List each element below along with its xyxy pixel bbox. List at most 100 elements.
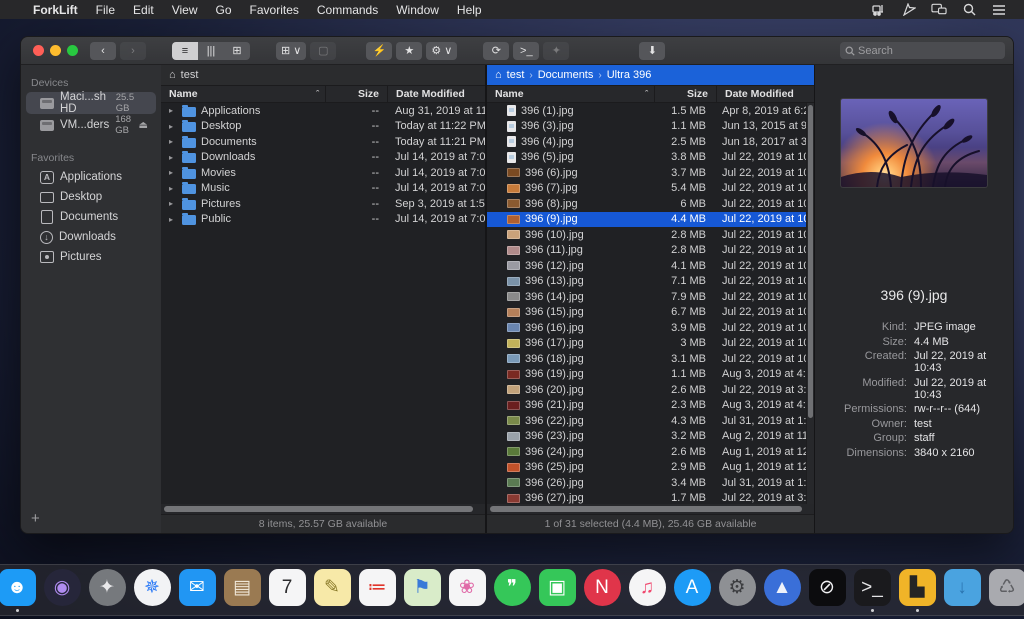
- dock-app-icon[interactable]: ▤: [223, 569, 261, 611]
- dock-app-icon[interactable]: A: [673, 569, 711, 611]
- breadcrumb-documents[interactable]: Documents: [538, 69, 594, 81]
- breadcrumb-ultra-396[interactable]: Ultra 396: [607, 69, 652, 81]
- file-row[interactable]: 396 (22).jpg 4.3 MB Jul 31, 2019 at 1:3: [487, 413, 806, 429]
- dock-app-icon[interactable]: ⚙: [718, 569, 756, 611]
- sidebar-favorite[interactable]: Documents: [26, 207, 156, 227]
- dock-app-icon[interactable]: ✵: [133, 569, 171, 611]
- breadcrumb-test[interactable]: test: [507, 69, 525, 81]
- menu-edit[interactable]: Edit: [124, 3, 163, 17]
- folder-row[interactable]: ▸ Movies -- Jul 14, 2019 at 7:04…: [161, 165, 485, 181]
- file-row[interactable]: 396 (9).jpg 4.4 MB Jul 22, 2019 at 10:: [487, 212, 806, 228]
- folder-row[interactable]: ▸ Applications -- Aug 31, 2019 at 11:0…: [161, 103, 485, 119]
- dock-app-icon[interactable]: ▣: [538, 569, 576, 611]
- sidebar-favorite[interactable]: A Applications: [26, 167, 156, 187]
- file-row[interactable]: 396 (16).jpg 3.9 MB Jul 22, 2019 at 10:: [487, 320, 806, 336]
- menu-view[interactable]: View: [163, 3, 207, 17]
- folder-row[interactable]: ▸ Documents -- Today at 11:21 PM: [161, 134, 485, 150]
- right-name-header[interactable]: Name ˆ: [487, 88, 654, 100]
- preview-image[interactable]: [841, 99, 987, 187]
- download-button[interactable]: ⬇: [639, 42, 665, 60]
- sidebar-favorite[interactable]: ↓ Downloads: [26, 227, 156, 247]
- dock-app-icon[interactable]: ❀: [448, 569, 486, 611]
- dock-app-icon[interactable]: ♺: [988, 569, 1024, 611]
- left-path-bar[interactable]: ⌂ test: [161, 65, 485, 85]
- left-size-header[interactable]: Size: [325, 86, 387, 102]
- file-row[interactable]: 396 (6).jpg 3.7 MB Jul 22, 2019 at 10:: [487, 165, 806, 181]
- forklift-menu-icon[interactable]: [871, 3, 887, 17]
- disclosure-triangle-icon[interactable]: ▸: [169, 153, 177, 162]
- dock-app-icon[interactable]: ≔: [358, 569, 396, 611]
- right-size-header[interactable]: Size: [654, 86, 716, 102]
- file-row[interactable]: 396 (8).jpg 6 MB Jul 22, 2019 at 10:: [487, 196, 806, 212]
- add-favorite-button[interactable]: +: [31, 510, 40, 527]
- scrollbar-thumb[interactable]: [490, 506, 802, 512]
- file-row[interactable]: 396 (13).jpg 7.1 MB Jul 22, 2019 at 10:: [487, 274, 806, 290]
- file-row[interactable]: 396 (1).jpg 1.5 MB Apr 8, 2019 at 6:20: [487, 103, 806, 119]
- forward-button[interactable]: ›: [120, 42, 146, 60]
- sync-button[interactable]: ⟳: [483, 42, 509, 60]
- menu-commands[interactable]: Commands: [308, 3, 387, 17]
- column-view-button[interactable]: |||: [198, 42, 224, 60]
- menu-forklift[interactable]: ForkLift: [24, 3, 87, 17]
- dock-app-icon[interactable]: ◉: [43, 569, 81, 611]
- file-row[interactable]: 396 (10).jpg 2.8 MB Jul 22, 2019 at 10:: [487, 227, 806, 243]
- sidebar-favorite[interactable]: Pictures: [26, 247, 156, 267]
- dock-app-icon[interactable]: ❞: [493, 569, 531, 611]
- file-row[interactable]: 396 (14).jpg 7.9 MB Jul 22, 2019 at 10:: [487, 289, 806, 305]
- menu-file[interactable]: File: [87, 3, 124, 17]
- displays-icon[interactable]: [931, 3, 947, 17]
- dock-app-icon[interactable]: >_: [853, 569, 891, 611]
- icon-view-button[interactable]: ⊞: [224, 42, 250, 60]
- folder-row[interactable]: ▸ Pictures -- Sep 3, 2019 at 1:53…: [161, 196, 485, 212]
- zoom-button[interactable]: [67, 45, 78, 56]
- disclosure-triangle-icon[interactable]: ▸: [169, 122, 177, 131]
- search-icon[interactable]: [961, 3, 977, 17]
- file-row[interactable]: 396 (4).jpg 2.5 MB Jun 18, 2017 at 3:2: [487, 134, 806, 150]
- dock-app-icon[interactable]: N: [583, 569, 621, 611]
- file-row[interactable]: 396 (23).jpg 3.2 MB Aug 2, 2019 at 11:3: [487, 429, 806, 445]
- dock-app-icon[interactable]: ✎: [313, 569, 351, 611]
- dock-app-icon[interactable]: ↓: [943, 569, 981, 611]
- menu-go[interactable]: Go: [207, 3, 241, 17]
- menu-favorites[interactable]: Favorites: [241, 3, 308, 17]
- dock-app-icon[interactable]: ⚑: [403, 569, 441, 611]
- favorites-button[interactable]: ★: [396, 42, 422, 60]
- list-icon[interactable]: [991, 3, 1007, 17]
- dock-app-icon[interactable]: ✦: [88, 569, 126, 611]
- right-path-bar[interactable]: ⌂ test › Documents › Ultra 396: [487, 65, 814, 85]
- dock-app-icon[interactable]: ▲: [763, 569, 801, 611]
- dock-app-icon[interactable]: ✉: [178, 569, 216, 611]
- left-horizontal-scrollbar[interactable]: [161, 504, 485, 514]
- file-row[interactable]: 396 (25).jpg 2.9 MB Aug 1, 2019 at 12:5: [487, 460, 806, 476]
- right-horizontal-scrollbar[interactable]: [487, 504, 814, 514]
- right-vertical-scrollbar[interactable]: [806, 103, 814, 504]
- disclosure-triangle-icon[interactable]: ▸: [169, 215, 177, 224]
- menu-help[interactable]: Help: [448, 3, 491, 17]
- file-row[interactable]: 396 (11).jpg 2.8 MB Jul 22, 2019 at 10:: [487, 243, 806, 259]
- terminal-button[interactable]: >_: [513, 42, 539, 60]
- file-row[interactable]: 396 (12).jpg 4.1 MB Jul 22, 2019 at 10:: [487, 258, 806, 274]
- sidebar-device[interactable]: Maci...sh HD 25.5 GB: [26, 92, 156, 114]
- file-row[interactable]: 396 (17).jpg 3 MB Jul 22, 2019 at 10:: [487, 336, 806, 352]
- disclosure-triangle-icon[interactable]: ▸: [169, 137, 177, 146]
- folder-row[interactable]: ▸ Desktop -- Today at 11:22 PM: [161, 119, 485, 135]
- preview-toggle-button[interactable]: ▢: [310, 42, 336, 60]
- disclosure-triangle-icon[interactable]: ▸: [169, 168, 177, 177]
- folder-row[interactable]: ▸ Music -- Jul 14, 2019 at 7:04…: [161, 181, 485, 197]
- file-row[interactable]: 396 (15).jpg 6.7 MB Jul 22, 2019 at 10:: [487, 305, 806, 321]
- left-date-header[interactable]: Date Modified: [387, 86, 485, 102]
- dock-app-icon[interactable]: SEP 7: [268, 569, 306, 611]
- folder-row[interactable]: ▸ Downloads -- Jul 14, 2019 at 7:04…: [161, 150, 485, 166]
- group-by-button[interactable]: ⊞ ∨: [276, 42, 306, 60]
- activity-button[interactable]: ⚡: [366, 42, 392, 60]
- disclosure-triangle-icon[interactable]: ▸: [169, 184, 177, 193]
- file-row[interactable]: 396 (5).jpg 3.8 MB Jul 22, 2019 at 10:: [487, 150, 806, 166]
- scrollbar-thumb[interactable]: [808, 105, 813, 418]
- disclosure-triangle-icon[interactable]: ▸: [169, 106, 177, 115]
- sidebar-device[interactable]: VM...ders 168 GB ⏏: [26, 114, 156, 136]
- file-row[interactable]: 396 (27).jpg 1.7 MB Jul 22, 2019 at 3:3: [487, 491, 806, 505]
- scrollbar-thumb[interactable]: [164, 506, 473, 512]
- list-view-button[interactable]: ≡: [172, 42, 198, 60]
- eject-icon[interactable]: ⏏: [139, 120, 148, 131]
- left-name-header[interactable]: Name ˆ: [161, 88, 325, 100]
